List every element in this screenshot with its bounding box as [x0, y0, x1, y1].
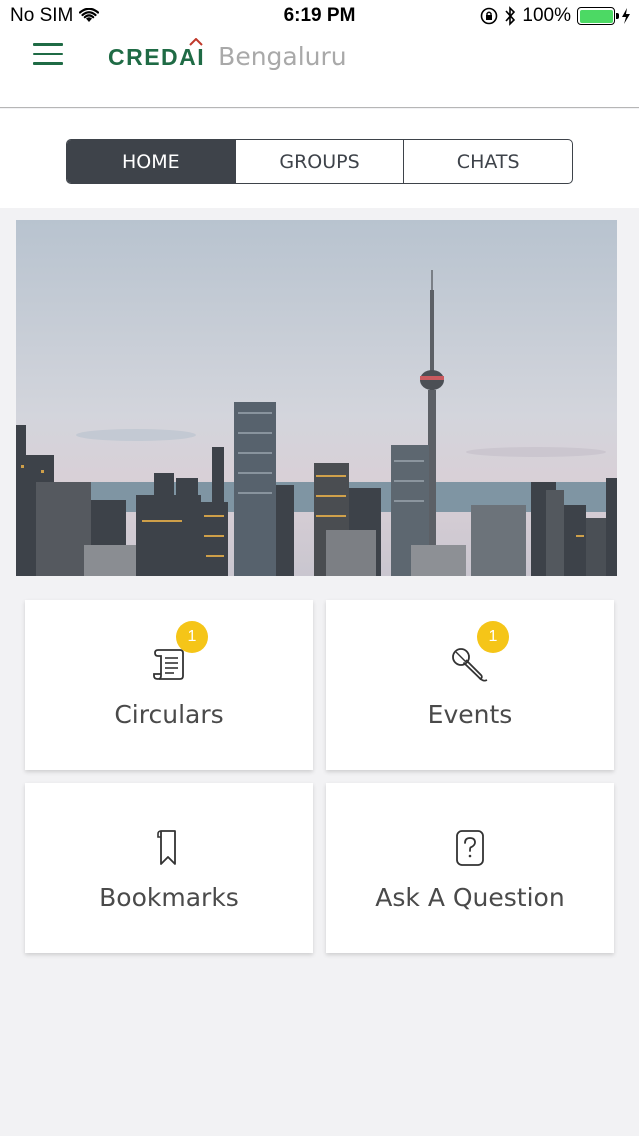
tile-label: Bookmarks: [99, 883, 239, 912]
credai-logo: CREDAI: [108, 38, 205, 71]
tile-icon-wrap: [326, 829, 614, 867]
menu-line: [33, 52, 63, 55]
status-bar: No SIM 6:19 PM 100%: [0, 0, 639, 34]
hamburger-menu-button[interactable]: [33, 43, 63, 65]
tile-label: Events: [427, 700, 513, 729]
tab-groups[interactable]: GROUPS: [236, 140, 405, 183]
battery-icon: [577, 7, 619, 25]
bluetooth-icon: [505, 6, 516, 26]
charging-bolt-icon: [622, 8, 630, 24]
bookmark-icon: [157, 830, 176, 865]
microphone-icon: [452, 648, 488, 682]
logo-hat-icon: [189, 38, 203, 46]
city-name: Bengaluru: [218, 42, 347, 71]
tile-icon-wrap: [326, 646, 614, 684]
notification-badge: 1: [477, 621, 509, 653]
tile-icon-wrap: [25, 829, 313, 867]
bookmarks-tile[interactable]: Bookmarks: [25, 783, 313, 953]
tile-label: Ask A Question: [375, 883, 565, 912]
battery-percent: 100%: [522, 5, 571, 26]
tile-label: Circulars: [114, 700, 224, 729]
scroll-icon: [153, 649, 184, 680]
events-tile[interactable]: Events 1: [326, 600, 614, 770]
circulars-tile[interactable]: Circulars 1: [25, 600, 313, 770]
brand: CREDAI Bengaluru: [108, 38, 347, 71]
segmented-tabs: HOME GROUPS CHATS: [66, 139, 573, 184]
battery-fill: [579, 9, 613, 23]
app-header: CREDAI Bengaluru: [0, 34, 639, 108]
tab-bar-container: HOME GROUPS CHATS: [0, 109, 639, 208]
notification-badge: 1: [176, 621, 208, 653]
rotation-lock-icon: [481, 7, 498, 25]
menu-line: [33, 62, 63, 65]
tab-chats[interactable]: CHATS: [404, 140, 572, 183]
status-right: 100%: [480, 5, 631, 27]
tile-icon-wrap: [25, 646, 313, 682]
tab-home[interactable]: HOME: [67, 140, 236, 183]
menu-line: [33, 43, 63, 46]
question-icon: [456, 830, 484, 866]
ask-a-question-tile[interactable]: Ask A Question: [326, 783, 614, 953]
skyline-banner-image: [16, 220, 617, 576]
